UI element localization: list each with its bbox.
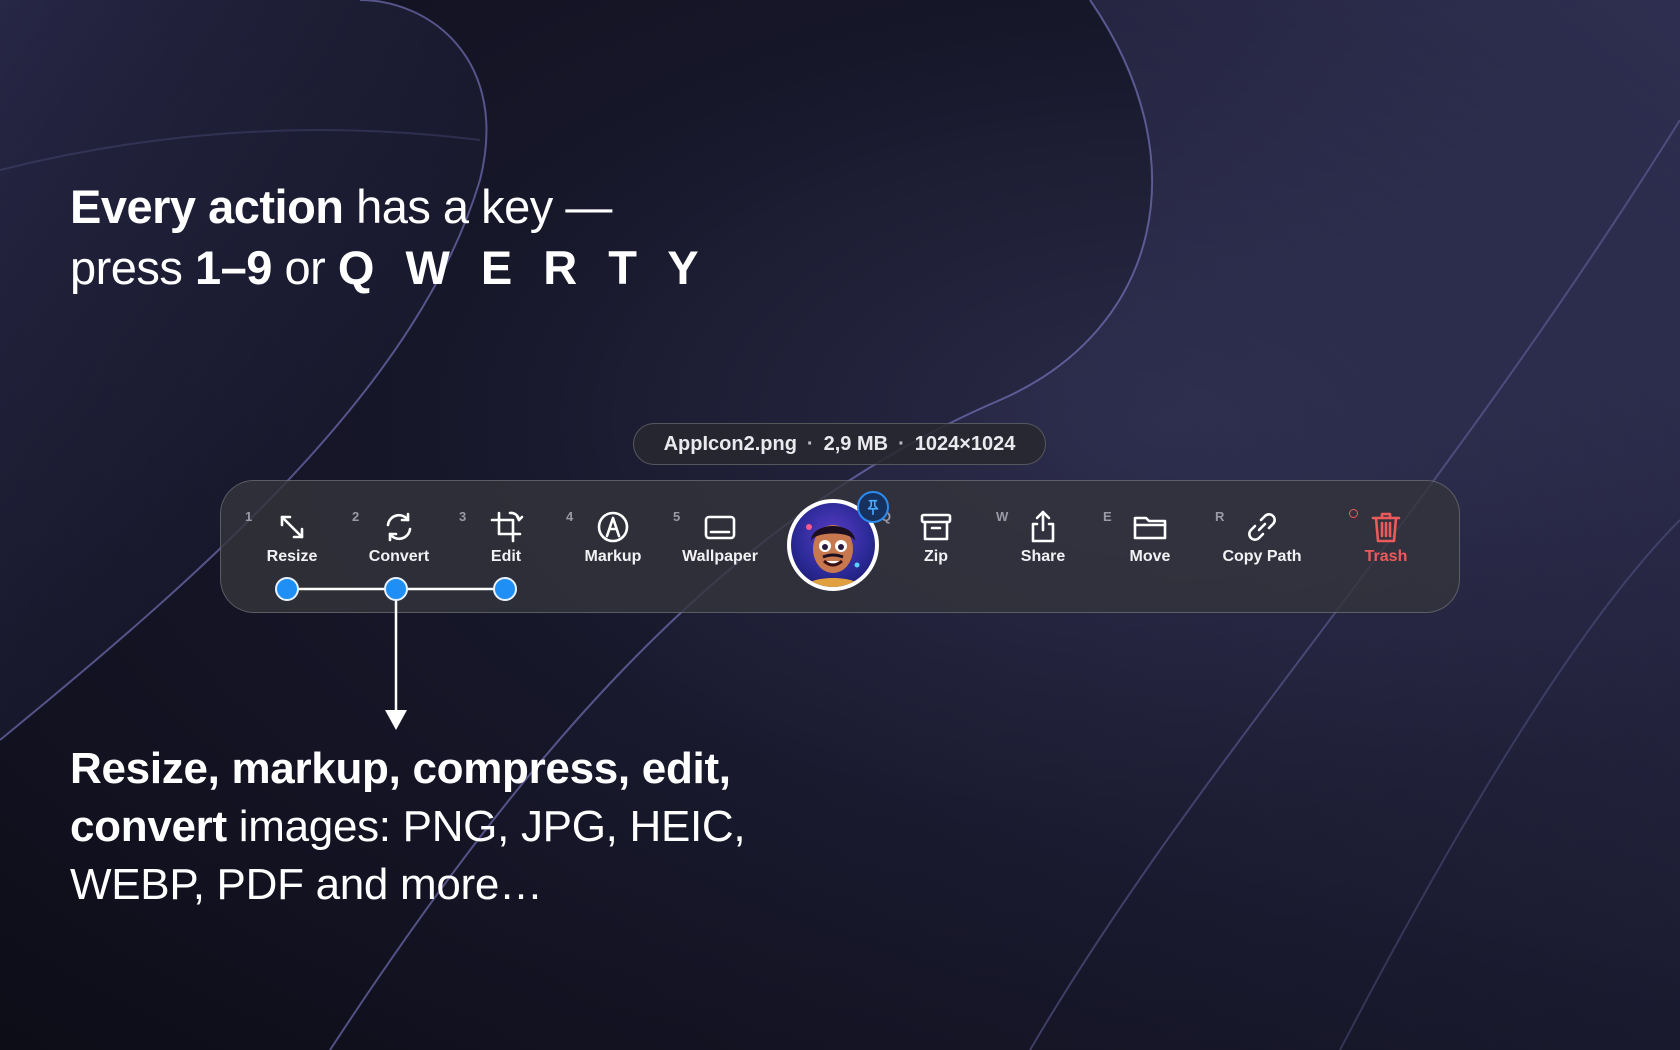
copy-path-button[interactable]: R Copy Path <box>1207 509 1317 569</box>
shortcut-key: 5 <box>673 509 681 524</box>
shortcut-key-delete-icon <box>1349 509 1358 518</box>
separator-dot: · <box>806 432 814 455</box>
edit-button[interactable]: 3 Edit <box>451 509 561 569</box>
file-info-pill: AppIcon2.png · 2,9 MB · 1024×1024 <box>633 423 1046 465</box>
trash-button[interactable]: Trash <box>1331 509 1441 569</box>
shortcut-key: 1 <box>245 509 253 524</box>
convert-button[interactable]: 2 Convert <box>344 509 454 569</box>
file-name: AppIcon2.png <box>663 432 797 455</box>
shortcut-key: 4 <box>566 509 574 524</box>
shortcut-key: 2 <box>352 509 360 524</box>
headline: Every action has a key — press 1–9 or Q … <box>70 176 708 298</box>
zip-button[interactable]: Q Zip <box>881 509 991 569</box>
shortcut-key: E <box>1103 509 1112 524</box>
archive-icon <box>920 513 952 541</box>
share-icon <box>1031 510 1055 543</box>
shortcut-key: W <box>996 509 1009 524</box>
pin-button[interactable] <box>857 491 889 523</box>
caption-line-2: convert images: PNG, JPG, HEIC, <box>70 802 746 851</box>
caption-line-1: Resize, markup, compress, edit, <box>70 744 731 793</box>
feature-caption: Resize, markup, compress, edit, convert … <box>70 740 746 914</box>
convert-icon <box>386 512 412 542</box>
shortcut-key: 3 <box>459 509 467 524</box>
separator-dot: · <box>898 432 905 455</box>
markup-icon <box>597 511 629 543</box>
file-size: 2,9 MB <box>823 432 889 455</box>
share-button[interactable]: W Share <box>988 509 1098 569</box>
move-button[interactable]: E Move <box>1095 509 1205 569</box>
file-dimensions: 1024×1024 <box>914 432 1016 455</box>
trash-icon <box>1371 512 1401 543</box>
headline-line-1: Every action has a key — <box>70 180 612 233</box>
wallpaper-icon <box>704 515 736 540</box>
resize-icon <box>280 515 304 539</box>
caption-line-3: WEBP, PDF and more… <box>70 860 543 909</box>
pin-icon <box>867 499 879 516</box>
link-icon <box>1248 513 1276 541</box>
shortcut-key: R <box>1215 509 1225 524</box>
wallpaper-button[interactable]: 5 Wallpaper <box>665 509 775 569</box>
crop-icon <box>490 511 524 543</box>
resize-button[interactable]: 1 Resize <box>237 509 347 569</box>
headline-line-2: press 1–9 or Q W E R T Y <box>70 241 708 294</box>
markup-button[interactable]: 4 Markup <box>558 509 668 569</box>
folder-icon <box>1133 516 1167 540</box>
